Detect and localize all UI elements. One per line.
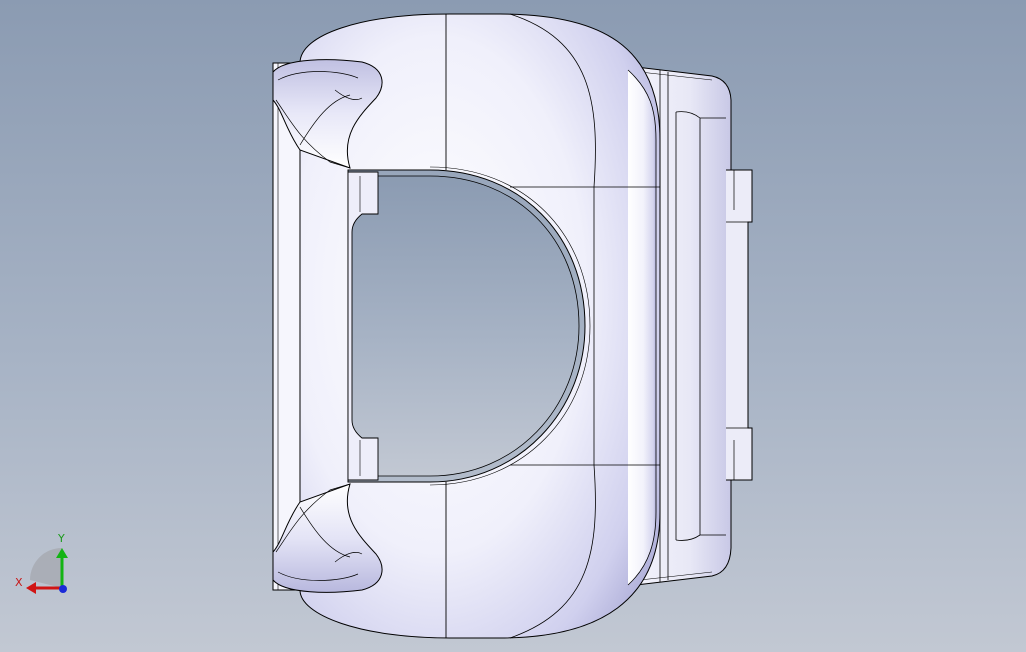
- graphics-viewport[interactable]: X Y: [0, 0, 1026, 652]
- z-axis-dot: [59, 585, 67, 593]
- axis-triad: [26, 548, 68, 594]
- x-arrow-head: [26, 582, 36, 594]
- model-view[interactable]: [0, 0, 1026, 652]
- x-axis-label: X: [15, 576, 23, 589]
- y-axis-label: Y: [58, 532, 65, 545]
